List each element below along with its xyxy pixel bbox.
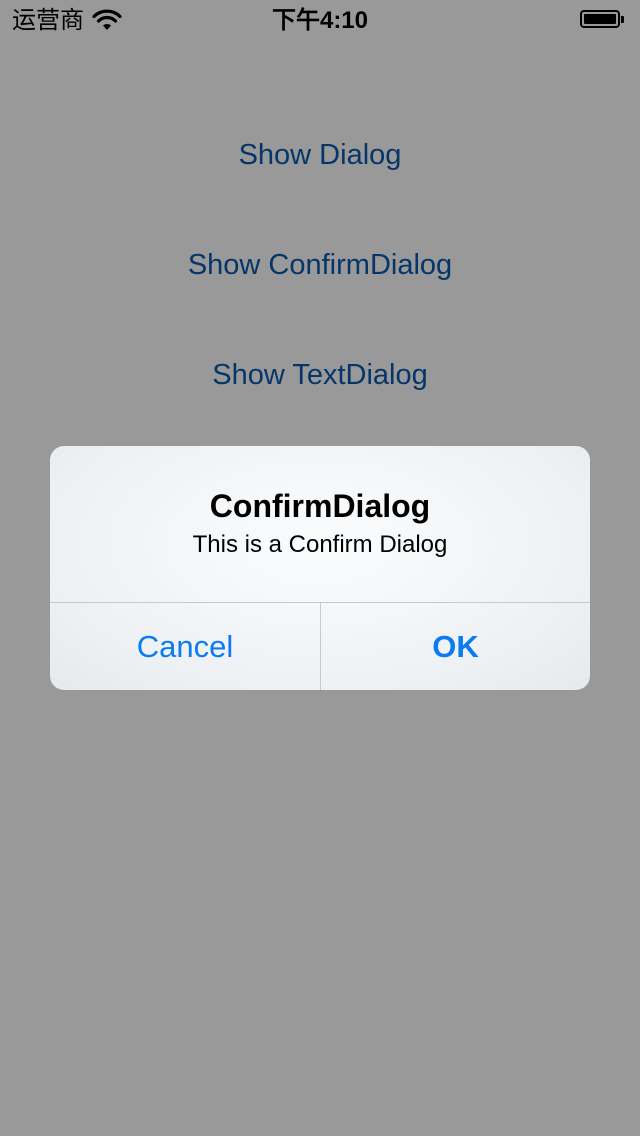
confirm-dialog: ConfirmDialog This is a Confirm Dialog C… <box>50 446 590 690</box>
ok-button[interactable]: OK <box>321 603 590 690</box>
dialog-title: ConfirmDialog <box>209 488 431 524</box>
cancel-button[interactable]: Cancel <box>50 603 320 690</box>
dialog-message: This is a Confirm Dialog <box>192 531 448 558</box>
